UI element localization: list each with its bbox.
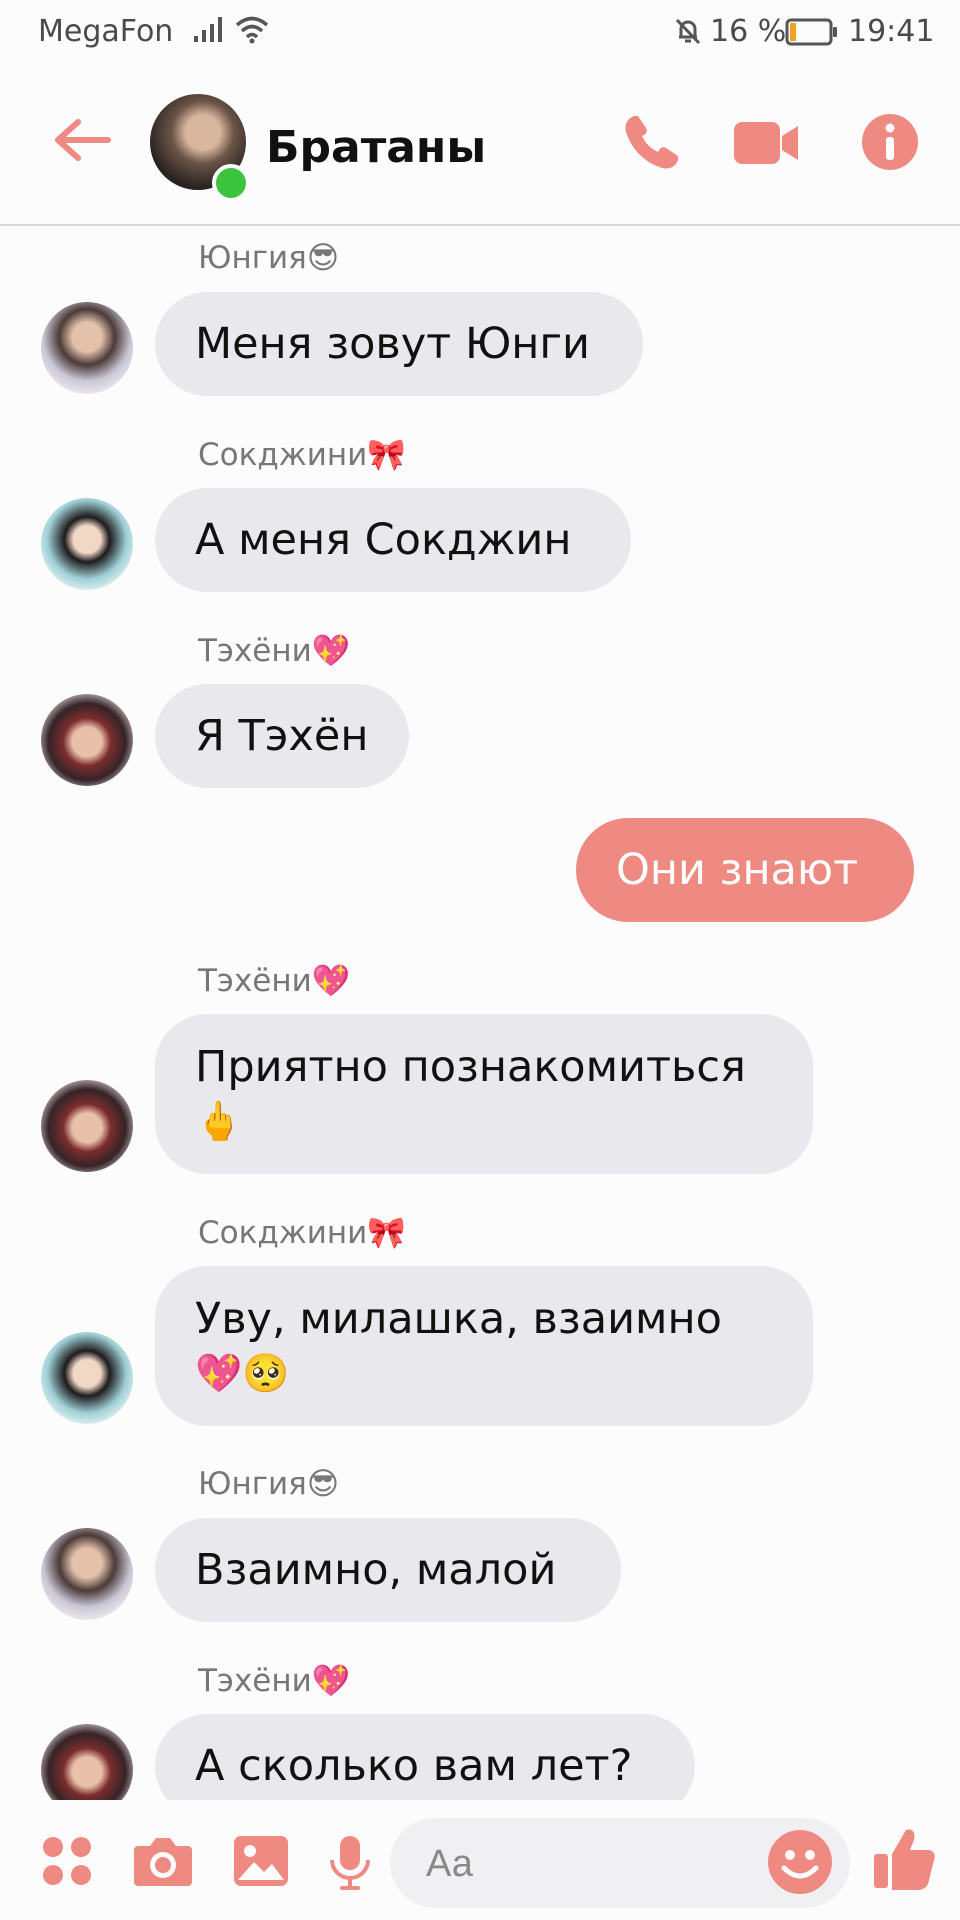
- message-input[interactable]: [424, 1836, 728, 1892]
- message-text: Уву, милашка, взаимно: [195, 1294, 722, 1344]
- battery-icon: [785, 18, 839, 50]
- wifi-icon: [234, 14, 270, 48]
- message-bubble[interactable]: Уву, милашка, взаимно 💖🥺: [155, 1266, 813, 1426]
- avatar[interactable]: [41, 1080, 133, 1172]
- avatar[interactable]: [41, 694, 133, 786]
- camera-icon[interactable]: [132, 1834, 194, 1892]
- online-indicator: [212, 164, 250, 202]
- message-bubble[interactable]: А меня Сокджин: [155, 488, 631, 592]
- sender-name: Тэхёни💖: [198, 963, 351, 999]
- sender-name: Сокджини🎀: [198, 1215, 406, 1251]
- back-arrow-icon[interactable]: [52, 118, 112, 166]
- mic-icon[interactable]: [328, 1834, 372, 1896]
- avatar[interactable]: [41, 1724, 133, 1800]
- message-bubble[interactable]: Меня зовут Юнги: [155, 292, 643, 396]
- sender-name: Юнгия😎: [198, 240, 340, 276]
- message-text: А меня Сокджин: [195, 515, 572, 565]
- carrier-name: MegaFon: [38, 14, 174, 49]
- avatar[interactable]: [41, 1528, 133, 1620]
- message-text: Они знают: [616, 845, 859, 895]
- chat-title[interactable]: Братаны: [266, 122, 486, 173]
- message-list[interactable]: Юнгия😎 Меня зовут Юнги Сокджини🎀 А меня …: [0, 226, 960, 1800]
- message-text: Я Тэхён: [195, 711, 369, 761]
- signal-icon: [192, 14, 226, 48]
- message-composer[interactable]: [390, 1818, 850, 1908]
- apps-icon[interactable]: [40, 1834, 94, 1892]
- info-icon[interactable]: [860, 112, 920, 176]
- message-bubble[interactable]: Взаимно, малой: [155, 1518, 621, 1622]
- message-bubble[interactable]: Я Тэхён: [155, 684, 409, 788]
- avatar[interactable]: [41, 302, 133, 394]
- message-bubble[interactable]: Приятно познакомиться 🖕: [155, 1014, 813, 1174]
- outgoing-message-bubble[interactable]: Они знают: [576, 818, 914, 922]
- message-text: Меня зовут Юнги: [195, 319, 590, 369]
- composer-bar: [0, 1800, 960, 1920]
- gallery-icon[interactable]: [232, 1834, 290, 1892]
- phone-icon[interactable]: [620, 112, 682, 178]
- sender-name: Тэхёни💖: [198, 633, 351, 669]
- like-icon[interactable]: [872, 1826, 936, 1896]
- avatar[interactable]: [41, 498, 133, 590]
- message-text: А сколько вам лет?: [195, 1741, 633, 1791]
- message-emoji: 🖕: [195, 1099, 243, 1143]
- video-icon[interactable]: [732, 112, 802, 178]
- clock: 19:41: [848, 14, 935, 49]
- emoji-icon[interactable]: [766, 1828, 834, 1900]
- status-bar: MegaFon 16 % 19:41: [0, 0, 960, 66]
- bell-off-icon: [673, 16, 703, 50]
- sender-name: Тэхёни💖: [198, 1663, 351, 1699]
- sender-name: Сокджини🎀: [198, 437, 406, 473]
- message-bubble[interactable]: А сколько вам лет?: [155, 1714, 695, 1800]
- sender-name: Юнгия😎: [198, 1466, 340, 1502]
- message-text: Взаимно, малой: [195, 1545, 557, 1595]
- message-text: Приятно познакомиться: [195, 1042, 746, 1092]
- message-emoji: 💖🥺: [195, 1351, 290, 1395]
- chat-header: Братаны: [0, 66, 960, 226]
- avatar[interactable]: [41, 1332, 133, 1424]
- battery-percent: 16 %: [710, 14, 787, 49]
